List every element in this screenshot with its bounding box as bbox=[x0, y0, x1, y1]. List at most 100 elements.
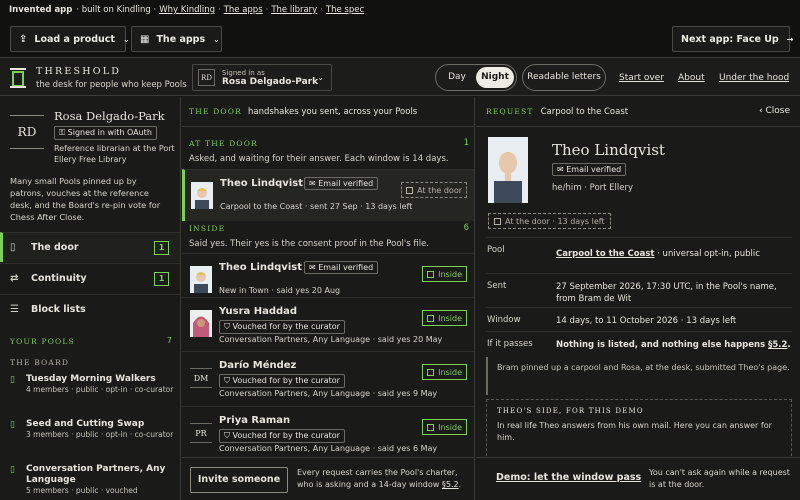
spec-link[interactable]: §5.2 bbox=[768, 340, 787, 350]
avatar bbox=[190, 266, 212, 293]
sidebar: RD Rosa Delgado-Park ⚿ Signed in with OA… bbox=[0, 97, 181, 500]
the-library-link[interactable]: The library bbox=[271, 5, 317, 15]
status-badge: Inside bbox=[422, 364, 467, 380]
user-description: Many small Pools pinned up by patrons, v… bbox=[10, 176, 161, 222]
chevron-left-icon: ‹ bbox=[758, 106, 763, 116]
at-door-heading: AT THE DOOR 1 bbox=[189, 138, 469, 148]
why-kindling-link[interactable]: Why Kindling bbox=[159, 5, 215, 15]
signed-in-name: Rosa Delgado-Park bbox=[222, 76, 319, 87]
toolbar: ⇪ Load a product ⌄ ▦ The apps ⌄ Next app… bbox=[0, 20, 800, 58]
user-role: Reference librarian at the Port Ellery F… bbox=[54, 144, 175, 164]
nav-the-door[interactable]: ▯ The door 1 bbox=[0, 232, 180, 262]
pool-link[interactable]: Carpool to the Coast bbox=[556, 249, 654, 259]
pool-item[interactable]: ▯ Seed and Cutting Swap 3 members · publi… bbox=[10, 419, 175, 440]
about-link[interactable]: About bbox=[678, 73, 705, 83]
pronouns: he/him · Port Ellery bbox=[552, 183, 634, 193]
request-card[interactable]: Yusra Haddad ⛉ Vouched for by the curato… bbox=[182, 297, 474, 351]
nav-continuity[interactable]: ⇄ Continuity 1 bbox=[0, 263, 180, 293]
brand-subtitle: the desk for people who keep Pools bbox=[36, 80, 187, 90]
status-badge: Inside bbox=[422, 310, 467, 326]
footer-note: Every request carries the Pool's charter… bbox=[297, 468, 462, 489]
request-pool: Carpool to the Coast bbox=[540, 106, 629, 117]
status-badge: Inside bbox=[422, 266, 467, 282]
request-header: REQUEST Carpool to the Coast bbox=[476, 97, 800, 127]
door-icon bbox=[427, 314, 435, 322]
inside-heading: INSIDE 6 bbox=[189, 223, 469, 233]
door-icon: ▯ bbox=[10, 375, 15, 385]
theo-side-panel: THEO'S SIDE, FOR THIS DEMO In real life … bbox=[486, 399, 792, 461]
signed-in-switcher[interactable]: RD Signed in as Rosa Delgado-Park ⌄ bbox=[192, 64, 332, 91]
under-the-hood-link[interactable]: Under the hood bbox=[719, 73, 789, 83]
email-verified-badge: ✉ Email verified bbox=[304, 261, 379, 274]
invented-app-label: Invented app bbox=[9, 5, 73, 15]
detail-row-window: Window 14 days, to 11 October 2026 · 13 … bbox=[486, 307, 792, 331]
detail-row-sent: Sent 27 September 2026, 17:30 UTC, in th… bbox=[486, 273, 792, 307]
mail-icon: ✉ bbox=[309, 179, 316, 188]
start-over-link[interactable]: Start over bbox=[619, 73, 664, 83]
avatar bbox=[190, 310, 212, 337]
day-option[interactable]: Day bbox=[438, 67, 476, 88]
brand: THRESHOLD the desk for people who keep P… bbox=[36, 66, 187, 90]
avatar: RD bbox=[198, 69, 215, 86]
chevron-down-icon: ⌄ bbox=[122, 34, 130, 44]
brand-title: THRESHOLD bbox=[36, 66, 122, 77]
at-door-subtitle: Asked, and waiting for their answer. Eac… bbox=[189, 154, 449, 164]
chevron-down-icon: ⌄ bbox=[213, 34, 220, 44]
request-note: Bram pinned up a carpool and Rosa, at th… bbox=[486, 357, 792, 395]
chevron-down-icon: ⌄ bbox=[317, 73, 324, 82]
close-button[interactable]: ‹ Close bbox=[759, 106, 790, 116]
pool-item[interactable]: ▯ Conversation Partners, Any Language 5 m… bbox=[10, 464, 175, 496]
pool-item[interactable]: ▯ Tuesday Morning Walkers 4 members · pub… bbox=[10, 374, 175, 395]
the-spec-link[interactable]: The spec bbox=[326, 5, 364, 15]
oauth-badge: ⚿ Signed in with OAuth bbox=[54, 126, 157, 140]
request-card[interactable]: Theo Lindqvist ✉ Email verified Carpool … bbox=[182, 169, 474, 221]
status-badge: Inside bbox=[422, 419, 467, 435]
key-icon: ⚿ bbox=[59, 128, 66, 137]
next-app-button[interactable]: Next app: Face Up → bbox=[672, 26, 793, 52]
readable-letters-toggle[interactable]: Readable letters bbox=[522, 64, 606, 91]
door-icon bbox=[427, 368, 435, 376]
let-window-pass-button[interactable]: Demo: let the window pass bbox=[496, 472, 641, 483]
load-product-button[interactable]: ⇪ Load a product ⌄ bbox=[10, 26, 130, 52]
top-strip: Invented app · built on Kindling · Why K… bbox=[0, 0, 800, 20]
requester-name: Theo Lindqvist bbox=[552, 141, 665, 159]
detail-row-if-passes: If it passes Nothing is listed, and noth… bbox=[486, 331, 792, 355]
door-list: THE DOOR handshakes you sent, across you… bbox=[182, 97, 475, 500]
shield-icon: ⛉ bbox=[224, 322, 230, 331]
nav-block-lists[interactable]: ☰ Block lists bbox=[0, 294, 180, 324]
door-icon bbox=[427, 270, 435, 278]
pool-count: 7 bbox=[166, 336, 172, 345]
upload-icon: ⇪ bbox=[19, 33, 28, 45]
request-card[interactable]: PR Priya Raman ⛉ Vouched for by the cura… bbox=[182, 406, 474, 457]
request-footer: Demo: let the window pass You can't ask … bbox=[476, 457, 800, 500]
door-icon: ▯ bbox=[10, 465, 15, 475]
the-apps-button[interactable]: ▦ The apps ⌄ bbox=[131, 26, 222, 52]
built-on-text: · built on Kindling · bbox=[76, 5, 157, 15]
avatar bbox=[488, 137, 528, 203]
invite-someone-button[interactable]: Invite someone bbox=[190, 467, 288, 493]
swap-icon: ⇄ bbox=[10, 273, 19, 284]
detail-row-pool: Pool Carpool to the Coast · universal op… bbox=[486, 237, 792, 271]
your-pools-heading: YOUR POOLS 7 bbox=[10, 336, 172, 346]
arrow-right-icon: → bbox=[786, 34, 794, 44]
shield-icon: ⛉ bbox=[224, 431, 230, 440]
email-verified-badge: ✉ Email verified bbox=[552, 163, 627, 176]
email-verified-badge: ✉ Email verified bbox=[304, 177, 379, 190]
door-icon bbox=[427, 423, 435, 431]
grid-icon: ▦ bbox=[140, 33, 150, 45]
mail-icon: ✉ bbox=[557, 165, 564, 174]
footer-note: You can't ask again while a request is a… bbox=[649, 468, 790, 489]
night-option[interactable]: Night bbox=[476, 67, 514, 88]
request-card[interactable]: DM Darío Méndez ⛉ Vouched for by the cur… bbox=[182, 351, 474, 406]
board-heading: THE BOARD bbox=[10, 358, 70, 367]
status-badge: At the door bbox=[401, 182, 467, 198]
spec-link[interactable]: §5.2 bbox=[442, 480, 459, 489]
door-icon bbox=[406, 186, 414, 194]
the-apps-link[interactable]: The apps bbox=[224, 5, 263, 15]
mail-icon: ✉ bbox=[309, 263, 316, 272]
theme-toggle: Day Night bbox=[435, 64, 517, 91]
avatar: DM bbox=[190, 368, 212, 388]
count-badge: 1 bbox=[154, 241, 169, 255]
door-icon: ▯ bbox=[10, 420, 15, 430]
shield-icon: ⛉ bbox=[224, 376, 230, 385]
